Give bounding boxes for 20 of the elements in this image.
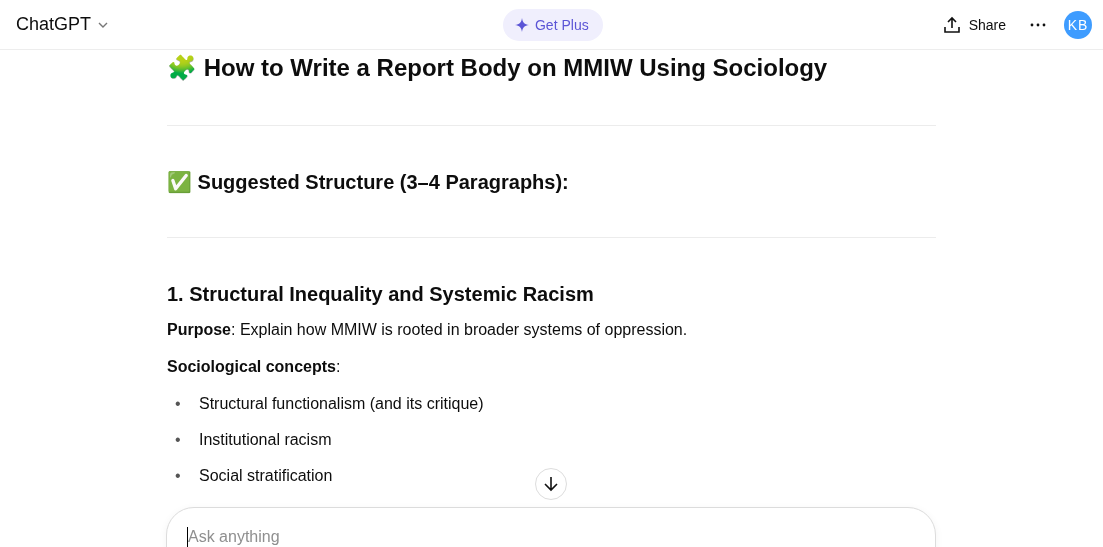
prompt-composer[interactable]: Ask anything bbox=[166, 507, 936, 547]
paragraph: Purpose: Explain how MMIW is rooted in broader systems of oppression. bbox=[167, 320, 689, 340]
bullet-marker: • bbox=[175, 466, 182, 486]
arrow-down-icon bbox=[544, 476, 558, 492]
bullet-marker: • bbox=[175, 430, 182, 450]
model-selector[interactable]: ChatGPT bbox=[16, 14, 110, 35]
report-title: 🧩 How to Write a Report Body on MMIW Using Sociology bbox=[167, 53, 829, 83]
bullet-marker: • bbox=[175, 394, 182, 414]
get-plus-button[interactable]: Get Plus bbox=[503, 8, 603, 41]
subsection-heading: 1. Structural Inequality and Systemic Racism bbox=[167, 282, 595, 307]
upload-icon bbox=[942, 15, 961, 34]
bullet-item: Institutional racism bbox=[199, 430, 332, 450]
section-heading: ✅ Suggested Structure (3–4 Paragraphs): bbox=[167, 170, 570, 195]
scroll-down-button[interactable] bbox=[535, 468, 567, 500]
more-icon bbox=[1030, 22, 1046, 27]
paragraph: Sociological concepts: bbox=[167, 357, 342, 377]
bullet-item: Social stratification bbox=[199, 466, 333, 486]
share-button[interactable]: Share bbox=[936, 9, 1012, 40]
bullet-item: Structural functionalism (and its critique) bbox=[199, 394, 484, 414]
sparkle-icon bbox=[515, 17, 529, 32]
